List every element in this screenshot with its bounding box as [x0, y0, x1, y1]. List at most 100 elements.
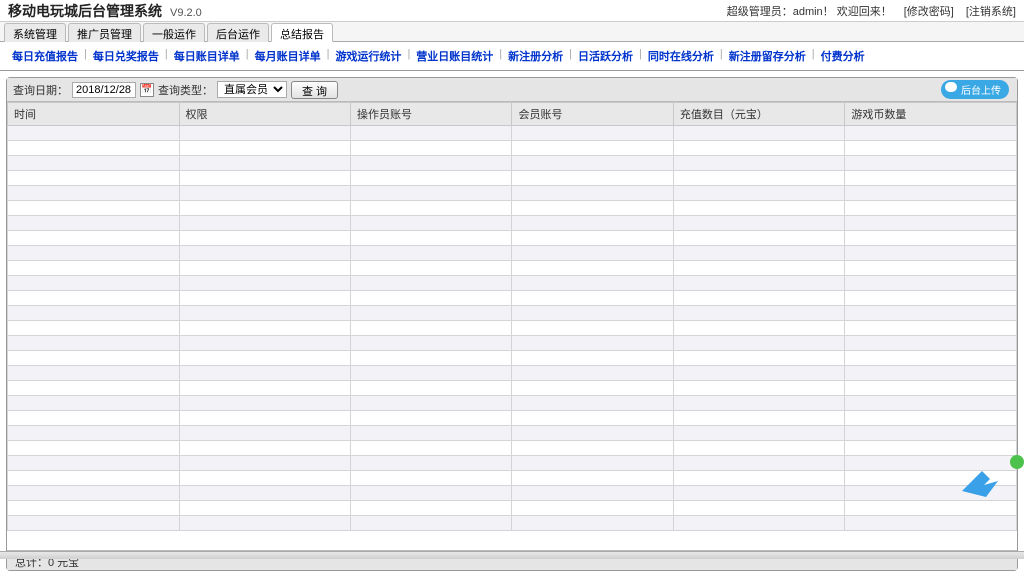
table-cell — [351, 456, 512, 471]
type-select[interactable]: 直属会员 — [217, 81, 287, 98]
table-row[interactable] — [8, 456, 1017, 471]
table-row[interactable] — [8, 141, 1017, 156]
table-cell — [8, 441, 180, 456]
table-cell — [351, 486, 512, 501]
table-row[interactable] — [8, 276, 1017, 291]
sub-nav-item-1[interactable]: 每日兑奖报告 — [91, 48, 161, 64]
sub-nav-item-5[interactable]: 营业日账目统计 — [414, 48, 495, 64]
table-cell — [8, 396, 180, 411]
col-header[interactable]: 游戏币数量 — [845, 103, 1017, 126]
main-tab-3[interactable]: 后台运作 — [207, 23, 269, 42]
table-row[interactable] — [8, 336, 1017, 351]
table-cell — [845, 216, 1017, 231]
table-cell — [673, 501, 845, 516]
col-header[interactable]: 权限 — [179, 103, 351, 126]
cloud-icon — [945, 82, 957, 92]
table-row[interactable] — [8, 231, 1017, 246]
table-row[interactable] — [8, 171, 1017, 186]
table-row[interactable] — [8, 216, 1017, 231]
table-cell — [179, 231, 351, 246]
table-cell — [179, 351, 351, 366]
calendar-icon[interactable]: 📅 — [140, 83, 154, 97]
table-row[interactable] — [8, 441, 1017, 456]
table-cell — [179, 291, 351, 306]
admin-label: 超级管理员：admin！ 欢迎回来！ — [727, 3, 892, 19]
table-cell — [673, 126, 845, 141]
table-cell — [673, 351, 845, 366]
table-row[interactable] — [8, 516, 1017, 531]
table-row[interactable] — [8, 321, 1017, 336]
table-cell — [673, 426, 845, 441]
sub-nav-item-4[interactable]: 游戏运行统计 — [333, 48, 403, 64]
sub-nav-item-2[interactable]: 每日账目详单 — [172, 48, 242, 64]
table-cell — [512, 141, 673, 156]
table-row[interactable] — [8, 156, 1017, 171]
table-cell — [8, 306, 180, 321]
table-cell — [512, 171, 673, 186]
table-row[interactable] — [8, 471, 1017, 486]
main-tab-1[interactable]: 推广员管理 — [68, 23, 141, 42]
table-cell — [8, 156, 180, 171]
table-cell — [8, 486, 180, 501]
table-row[interactable] — [8, 351, 1017, 366]
table-cell — [8, 516, 180, 531]
table-cell — [512, 156, 673, 171]
table-cell — [512, 231, 673, 246]
col-header[interactable]: 充值数目（元宝） — [673, 103, 845, 126]
table-cell — [179, 186, 351, 201]
table-row[interactable] — [8, 366, 1017, 381]
table-cell — [512, 321, 673, 336]
table-row[interactable] — [8, 411, 1017, 426]
table-row[interactable] — [8, 306, 1017, 321]
date-input[interactable] — [72, 82, 136, 98]
table-row[interactable] — [8, 201, 1017, 216]
sub-nav-item-0[interactable]: 每日充值报告 — [10, 48, 80, 64]
table-cell — [8, 366, 180, 381]
sub-nav-item-7[interactable]: 日活跃分析 — [576, 48, 635, 64]
upload-chip[interactable]: 后台上传 — [941, 80, 1009, 99]
table-cell — [845, 456, 1017, 471]
sub-nav-item-10[interactable]: 付费分析 — [819, 48, 867, 64]
table-row[interactable] — [8, 426, 1017, 441]
table-cell — [845, 261, 1017, 276]
table-cell — [673, 141, 845, 156]
table-row[interactable] — [8, 486, 1017, 501]
table-cell — [179, 276, 351, 291]
table-cell — [8, 276, 180, 291]
table-cell — [845, 291, 1017, 306]
table-cell — [179, 411, 351, 426]
table-row[interactable] — [8, 381, 1017, 396]
table-row[interactable] — [8, 501, 1017, 516]
table-cell — [512, 351, 673, 366]
col-header[interactable]: 时间 — [8, 103, 180, 126]
table-cell — [179, 156, 351, 171]
table-row[interactable] — [8, 186, 1017, 201]
table-row[interactable] — [8, 396, 1017, 411]
col-header[interactable]: 会员账号 — [512, 103, 673, 126]
table-cell — [512, 366, 673, 381]
main-tab-2[interactable]: 一般运作 — [143, 23, 205, 42]
sub-nav-item-8[interactable]: 同时在线分析 — [646, 48, 716, 64]
table-cell — [179, 246, 351, 261]
sub-nav-item-3[interactable]: 每月账目详单 — [253, 48, 323, 64]
query-button[interactable]: 查 询 — [291, 81, 338, 99]
table-row[interactable] — [8, 291, 1017, 306]
table-cell — [179, 306, 351, 321]
col-header[interactable]: 操作员账号 — [351, 103, 512, 126]
sub-nav-item-6[interactable]: 新注册分析 — [506, 48, 565, 64]
sub-nav-sep: | — [569, 48, 572, 64]
table-cell — [512, 411, 673, 426]
table-cell — [512, 186, 673, 201]
table-cell — [8, 246, 180, 261]
table-cell — [8, 351, 180, 366]
table-cell — [351, 441, 512, 456]
main-tab-4[interactable]: 总结报告 — [271, 23, 333, 42]
change-password-link[interactable]: [修改密码] — [904, 3, 954, 19]
table-cell — [512, 261, 673, 276]
table-row[interactable] — [8, 261, 1017, 276]
table-row[interactable] — [8, 246, 1017, 261]
table-row[interactable] — [8, 126, 1017, 141]
logout-link[interactable]: [注销系统] — [966, 3, 1016, 19]
main-tab-0[interactable]: 系统管理 — [4, 23, 66, 42]
sub-nav-item-9[interactable]: 新注册留存分析 — [727, 48, 808, 64]
